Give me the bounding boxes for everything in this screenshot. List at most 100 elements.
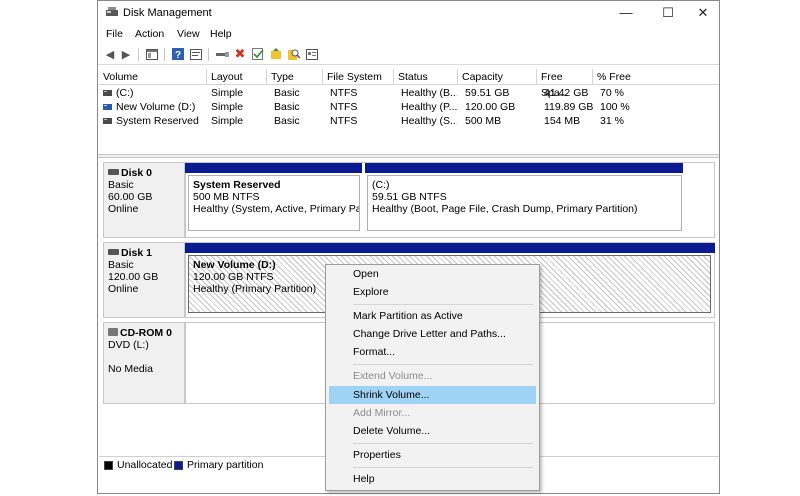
disk-0-label[interactable]: Disk 0 Basic 60.00 GB Online	[103, 162, 185, 238]
import-disk-icon[interactable]	[269, 47, 283, 61]
primary-partition-bar	[185, 243, 715, 253]
menu-add-mirror: Add Mirror...	[353, 407, 411, 419]
volume-percent-free: 70 %	[600, 87, 624, 99]
menu-explore[interactable]: Explore	[329, 283, 536, 301]
partition-info: (C:) 59.51 GB NTFS Healthy (Boot, Page F…	[367, 175, 682, 231]
menu-action[interactable]: Action	[135, 28, 164, 40]
volume-percent-free: 31 %	[600, 115, 624, 127]
menu-format[interactable]: Format...	[329, 343, 536, 361]
volume-file-system: NTFS	[330, 87, 358, 99]
partition-info: System Reserved 500 MB NTFS Healthy (Sys…	[188, 175, 360, 231]
volume-type: Basic	[274, 87, 300, 99]
minimize-button[interactable]: —	[605, 1, 647, 25]
search-icon[interactable]	[287, 47, 301, 61]
volume-drive-icon	[103, 118, 112, 124]
forward-arrow-icon[interactable]: ▶	[119, 47, 133, 61]
menu-separator	[353, 467, 533, 468]
connect-drive-icon[interactable]	[215, 47, 229, 61]
disk-management-app-icon	[106, 7, 118, 16]
menu-delete-volume[interactable]: Delete Volume...	[329, 422, 536, 440]
volume-row-d[interactable]: New Volume (D:) Simple Basic NTFS Health…	[99, 100, 719, 114]
toolbar-separator	[138, 48, 139, 61]
disk-size: 60.00 GB	[108, 191, 153, 203]
menu-file[interactable]: File	[106, 28, 123, 40]
column-header-volume[interactable]: Volume	[99, 69, 207, 85]
menu-shrink-volume[interactable]: Shrink Volume...	[329, 386, 536, 404]
svg-text:?: ?	[175, 50, 181, 60]
volume-row-c[interactable]: (C:) Simple Basic NTFS Healthy (B... 59.…	[99, 86, 719, 100]
console-tree-icon[interactable]	[145, 47, 159, 61]
volume-free-space: 119.89 GB	[544, 101, 594, 113]
disk-state: No Media	[108, 363, 153, 375]
volume-file-system: NTFS	[330, 101, 358, 113]
column-header-file-system[interactable]: File System	[323, 69, 394, 85]
menu-open[interactable]: Open	[329, 265, 536, 283]
menu-mark-partition-active[interactable]: Mark Partition as Active	[329, 307, 536, 325]
volume-name: (C:)	[116, 87, 134, 99]
menu-view[interactable]: View	[177, 28, 200, 40]
column-header-type[interactable]: Type	[267, 69, 323, 85]
partition-system-reserved[interactable]: System Reserved 500 MB NTFS Healthy (Sys…	[185, 163, 362, 235]
volume-status: Healthy (P...	[401, 101, 457, 113]
toolbar-separator	[164, 48, 165, 61]
disk-1-label[interactable]: Disk 1 Basic 120.00 GB Online	[103, 242, 185, 318]
column-header-layout[interactable]: Layout	[207, 69, 267, 85]
partition-status: Healthy (System, Active, Primary Partit	[193, 203, 360, 215]
volume-status: Healthy (S...	[401, 115, 457, 127]
column-header-free-space[interactable]: Free Spa...	[537, 69, 593, 99]
legend-unallocated: Unallocated	[117, 459, 173, 471]
volume-drive-icon	[103, 104, 112, 110]
legend-primary-partition: Primary partition	[187, 459, 264, 471]
volume-status: Healthy (B...	[401, 87, 457, 99]
volume-name: System Reserved	[116, 115, 199, 127]
primary-partition-bar	[365, 163, 683, 173]
cdrom-0-label[interactable]: CD-ROM 0 DVD (L:) No Media	[103, 322, 185, 404]
partition-status: Healthy (Boot, Page File, Crash Dump, Pr…	[372, 203, 638, 215]
unallocated-swatch	[104, 461, 113, 470]
volume-file-system: NTFS	[330, 115, 358, 127]
disk-state: Online	[108, 203, 139, 215]
volume-layout: Simple	[211, 115, 244, 127]
back-arrow-icon[interactable]: ◀	[103, 47, 117, 61]
delete-icon[interactable]: ✖	[233, 46, 247, 61]
disk-type: DVD (L:)	[108, 339, 149, 351]
disk-spacer	[108, 351, 184, 363]
settings-panel-icon[interactable]	[305, 47, 319, 61]
primary-partition-swatch	[174, 461, 183, 470]
volume-layout: Simple	[211, 101, 244, 113]
help-icon[interactable]: ?	[171, 47, 185, 61]
title-bar[interactable]: Disk Management — ☐ ✕	[98, 1, 719, 25]
checkmark-icon[interactable]	[251, 47, 265, 61]
menu-change-drive-letter[interactable]: Change Drive Letter and Paths...	[329, 325, 536, 343]
disk-type: Basic	[108, 259, 134, 271]
column-header-capacity[interactable]: Capacity	[458, 69, 537, 85]
toolbar: ◀ ▶ ? ✖	[98, 43, 719, 65]
menu-help-item[interactable]: Help	[329, 470, 536, 488]
menu-extend-volume: Extend Volume...	[353, 370, 433, 382]
properties-icon[interactable]	[189, 47, 203, 61]
column-header-percent-free[interactable]: % Free	[593, 69, 719, 85]
column-header-status[interactable]: Status	[394, 69, 458, 85]
partition-context-menu: Open Explore Mark Partition as Active Ch…	[325, 264, 540, 491]
disk-type: Basic	[108, 179, 134, 191]
disk-size: 120.00 GB	[108, 271, 159, 283]
volume-name: New Volume (D:)	[116, 101, 196, 113]
window-title: Disk Management	[123, 7, 212, 19]
menu-separator	[353, 304, 533, 305]
partition-c[interactable]: (C:) 59.51 GB NTFS Healthy (Boot, Page F…	[365, 163, 683, 235]
volume-layout: Simple	[211, 87, 244, 99]
primary-partition-bar	[185, 163, 362, 173]
volume-capacity: 59.51 GB	[465, 87, 510, 99]
menu-separator	[353, 443, 533, 444]
toolbar-separator	[208, 48, 209, 61]
menu-help[interactable]: Help	[210, 28, 232, 40]
menu-separator	[353, 364, 533, 365]
volume-row-system-reserved[interactable]: System Reserved Simple Basic NTFS Health…	[99, 114, 719, 128]
menu-properties[interactable]: Properties	[329, 446, 536, 464]
partition-name: System Reserved	[193, 179, 281, 191]
volume-capacity: 500 MB	[465, 115, 502, 127]
volume-percent-free: 100 %	[600, 101, 630, 113]
close-button[interactable]: ✕	[682, 1, 724, 25]
volume-list: Volume Layout Type File System Status Ca…	[99, 69, 719, 154]
cd-drive-icon	[108, 328, 118, 336]
